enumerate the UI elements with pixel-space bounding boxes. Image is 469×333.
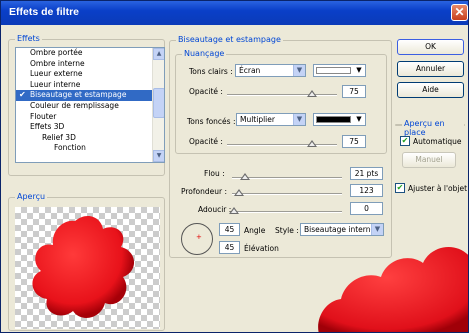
manual-button[interactable]: Manuel: [402, 152, 456, 168]
effect-list-item-label: Lueur interne: [30, 79, 81, 89]
close-button[interactable]: ✕: [451, 4, 468, 21]
effects-list[interactable]: Ombre portée Ombre interne Lueur externe Lu…: [15, 47, 165, 163]
scroll-thumb[interactable]: [153, 88, 164, 118]
checkmark-icon: ✔: [19, 90, 26, 100]
effects-list-scrollbar[interactable]: ▲ ▼: [152, 48, 164, 162]
overlay-red-blob: [318, 246, 468, 332]
shadows-mode-select[interactable]: Multiplier ▼: [236, 113, 306, 126]
effects-group-label: Effets: [15, 34, 42, 43]
effect-list-item-label: Lueur externe: [30, 69, 83, 79]
overlay-red-shape: [318, 246, 468, 332]
cancel-button[interactable]: Annuler: [397, 61, 464, 77]
opacity1-slider[interactable]: [227, 90, 337, 97]
preview-canvas: [15, 207, 160, 329]
opacity2-input[interactable]: 75: [342, 135, 366, 148]
effect-list-item[interactable]: Ombre portée: [16, 48, 164, 59]
scroll-down-icon[interactable]: ▼: [153, 150, 164, 162]
effect-list-item[interactable]: Ombre interne: [16, 59, 164, 70]
elevation-input[interactable]: 45: [219, 241, 240, 254]
effect-list-item[interactable]: Effets 3D: [16, 122, 164, 133]
live-preview-group: Aperçu en place: [395, 119, 465, 137]
style-label: Style :: [275, 226, 299, 235]
dialog-title: Effets de filtre: [9, 6, 80, 18]
highlights-color-swatch: [316, 67, 351, 74]
angle-dial-dot: +: [196, 233, 202, 241]
elevation-label: Élévation: [244, 244, 279, 253]
opacity2-slider[interactable]: [227, 140, 337, 147]
effect-list-item-label: Relief 3D: [42, 132, 76, 142]
highlights-color-picker[interactable]: ▼: [313, 64, 366, 77]
effects-group: Effets Ombre portée Ombre interne Lueur ex…: [8, 34, 165, 176]
effect-list-item[interactable]: Fonction: [16, 143, 164, 154]
chevron-down-icon: ▼: [356, 66, 362, 74]
opacity1-input[interactable]: 75: [342, 85, 366, 98]
effect-list-item[interactable]: Couleur de remplissage: [16, 101, 164, 112]
effect-list-item-label: Effets 3D: [30, 122, 65, 132]
automatic-label: Automatique: [413, 137, 462, 146]
effect-list-item[interactable]: Lueur interne: [16, 80, 164, 91]
effect-list-item[interactable]: Lueur externe: [16, 69, 164, 80]
effect-list-item-label: Biseautage et estampage: [30, 90, 127, 100]
blur-slider-thumb[interactable]: [240, 173, 250, 180]
blur-slider[interactable]: [232, 173, 342, 180]
soften-slider[interactable]: [229, 207, 342, 214]
blur-input[interactable]: 21 pts: [350, 167, 383, 180]
red-blob-shape: [32, 215, 135, 318]
angle-dial[interactable]: +: [181, 223, 213, 255]
preview-shape: [32, 215, 135, 318]
opacity2-label: Opacité :: [189, 137, 223, 146]
preview-group: Aperçu: [8, 192, 165, 331]
highlights-mode-select[interactable]: Écran ▼: [235, 64, 306, 77]
preview-group-label: Aperçu: [15, 192, 48, 201]
chevron-down-icon: ▼: [293, 114, 305, 125]
title-bar: Effets de filtre ✕: [1, 1, 468, 25]
shadows-label: Tons foncés :: [187, 117, 236, 126]
chevron-down-icon: ▼: [356, 115, 362, 123]
scroll-up-icon[interactable]: ▲: [153, 48, 164, 60]
depth-label: Profondeur :: [181, 187, 228, 196]
effect-list-item[interactable]: ✔ Biseautage et estampage: [16, 90, 164, 101]
live-preview-label: Aperçu en place: [402, 119, 464, 137]
angle-input[interactable]: 45: [219, 223, 240, 236]
filter-effects-dialog: Effets de filtre ✕ Effets Ombre portée Om…: [0, 0, 469, 333]
fit-object-checkbox[interactable]: ✔: [395, 183, 405, 193]
effect-list-item-label: Ombre portée: [30, 48, 83, 57]
depth-slider-thumb[interactable]: [234, 189, 244, 196]
soften-label: Adoucir :: [198, 205, 232, 214]
depth-input[interactable]: 123: [350, 184, 383, 197]
ok-button[interactable]: OK: [397, 39, 464, 55]
help-button[interactable]: Aide: [397, 82, 464, 98]
shadows-color-picker[interactable]: ▼: [313, 113, 366, 126]
automatic-checkbox[interactable]: ✔: [400, 136, 410, 146]
effect-list-item-label: Fonction: [54, 143, 86, 153]
bevel-group-label: Biseautage et estampage: [176, 35, 283, 44]
opacity1-label: Opacité :: [189, 87, 223, 96]
depth-slider[interactable]: [232, 189, 342, 196]
blur-label: Flou :: [204, 169, 225, 178]
highlights-mode-value: Écran: [239, 66, 261, 75]
soften-input[interactable]: 0: [350, 202, 383, 215]
highlights-label: Tons clairs :: [189, 67, 233, 76]
effect-list-item[interactable]: Flouter: [16, 112, 164, 123]
effect-list-item-label: Ombre interne: [30, 58, 85, 68]
effect-list-item[interactable]: Relief 3D: [16, 133, 164, 144]
chevron-down-icon: ▼: [293, 65, 305, 76]
soften-slider-thumb[interactable]: [229, 207, 239, 214]
shadows-color-swatch: [316, 116, 351, 123]
fit-object-label: Ajuster à l'objet: [408, 184, 468, 193]
effect-list-item-label: Flouter: [30, 111, 57, 121]
effect-list-item-label: Couleur de remplissage: [30, 100, 119, 110]
shadows-mode-value: Multiplier: [240, 115, 275, 124]
nuancage-label: Nuançage: [182, 49, 227, 58]
angle-label: Angle: [244, 226, 266, 235]
opacity1-slider-thumb[interactable]: [307, 90, 317, 97]
opacity2-slider-thumb[interactable]: [307, 140, 317, 147]
